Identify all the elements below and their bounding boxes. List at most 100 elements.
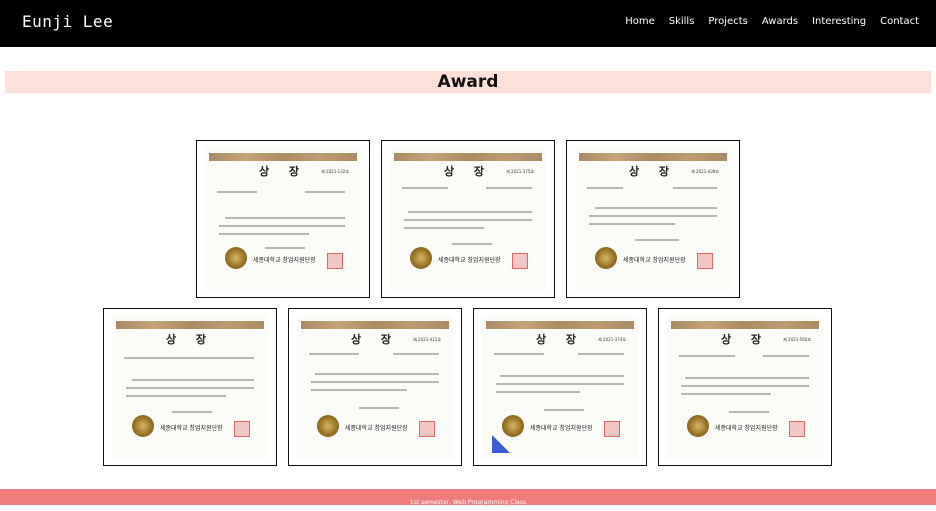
red-stamp-icon	[419, 421, 435, 437]
certificate-issuer: 세종대학교 창업지원단장	[345, 425, 408, 432]
gold-seal-icon	[595, 247, 617, 269]
text-line	[486, 187, 532, 189]
award-certificate-3[interactable]: 상 장 제 2021-439호 세종대학교 창업지원단장	[566, 140, 740, 298]
red-stamp-icon	[327, 253, 343, 269]
red-stamp-icon	[512, 253, 528, 269]
site-brand[interactable]: Eunji Lee	[22, 12, 113, 31]
certificate-issuer: 세종대학교 창업지원단장	[438, 257, 501, 264]
text-line	[402, 187, 448, 189]
text-line	[452, 243, 492, 245]
text-line	[685, 377, 809, 379]
text-line	[265, 247, 305, 249]
text-line	[311, 389, 407, 391]
gold-seal-icon	[225, 247, 247, 269]
certificate-band	[394, 153, 542, 161]
certificate-issuer: 세종대학교 창업지원단장	[623, 257, 686, 264]
certificate-number: 제 2021-132호	[321, 169, 349, 174]
text-line	[404, 227, 484, 229]
nav-skills-link[interactable]: Skills	[669, 16, 695, 27]
gold-seal-icon	[317, 415, 339, 437]
award-section-title: Award	[437, 72, 499, 92]
text-line	[172, 411, 212, 413]
award-section-header: Award	[5, 71, 931, 93]
text-line	[309, 353, 359, 355]
certificate-band	[671, 321, 819, 329]
text-line	[589, 215, 717, 217]
certificate-paper: 상 장 제 2021-560호 세종대학교 창업지원단장	[667, 315, 823, 459]
text-line	[359, 407, 399, 409]
text-line	[494, 353, 544, 355]
certificate-band	[579, 153, 727, 161]
award-certificate-4[interactable]: 상 장 세종대학교 창업지원단장	[103, 308, 277, 466]
blue-corner-mark	[492, 435, 510, 453]
red-stamp-icon	[789, 421, 805, 437]
text-line	[315, 373, 439, 375]
certificate-band	[486, 321, 634, 329]
award-certificate-2[interactable]: 상 장 제 2021-375호 세종대학교 창업지원단장	[381, 140, 555, 298]
certificate-paper: 상 장 세종대학교 창업지원단장	[112, 315, 268, 459]
certificate-issuer: 세종대학교 창업지원단장	[253, 257, 316, 264]
nav-home-link[interactable]: Home	[625, 16, 655, 27]
text-line	[217, 191, 257, 193]
text-line	[544, 409, 584, 411]
text-line	[729, 411, 769, 413]
text-line	[393, 353, 439, 355]
certificate-number: 제 2021-411호	[413, 337, 441, 342]
gold-seal-icon	[410, 247, 432, 269]
text-line	[496, 391, 580, 393]
text-line	[578, 353, 624, 355]
text-line	[635, 239, 679, 241]
red-stamp-icon	[234, 421, 250, 437]
text-line	[126, 387, 254, 389]
text-line	[587, 187, 623, 189]
gold-seal-icon	[132, 415, 154, 437]
certificate-title: 상 장	[165, 333, 215, 346]
certificate-paper: 상 장 제 2021-439호 세종대학교 창업지원단장	[575, 147, 731, 291]
award-certificate-7[interactable]: 상 장 제 2021-560호 세종대학교 창업지원단장	[658, 308, 832, 466]
text-line	[589, 223, 675, 225]
text-line	[681, 385, 809, 387]
gold-seal-icon	[687, 415, 709, 437]
nav-interesting-link[interactable]: Interesting	[812, 16, 866, 27]
certificate-number: 제 2021-374호	[598, 337, 626, 342]
text-line	[311, 381, 439, 383]
certificate-issuer: 세종대학교 창업지원단장	[160, 425, 223, 432]
award-certificate-6[interactable]: 상 장 제 2021-374호 세종대학교 창업지원단장	[473, 308, 647, 466]
text-line	[305, 191, 345, 193]
certificate-band	[209, 153, 357, 161]
text-line	[496, 383, 624, 385]
text-line	[219, 225, 345, 227]
certificate-paper: 상 장 제 2021-411호 세종대학교 창업지원단장	[297, 315, 453, 459]
text-line	[126, 395, 226, 397]
text-line	[219, 233, 309, 235]
text-line	[673, 187, 717, 189]
certificate-paper: 상 장 제 2021-374호 세종대학교 창업지원단장	[482, 315, 638, 459]
award-certificate-5[interactable]: 상 장 제 2021-411호 세종대학교 창업지원단장	[288, 308, 462, 466]
certificate-paper: 상 장 제 2021-132호 세종대학교 창업지원단장	[205, 147, 361, 291]
certificate-band	[301, 321, 449, 329]
text-line	[124, 357, 254, 359]
red-stamp-icon	[697, 253, 713, 269]
page-footer: 1st semester, Web Programming Class	[0, 489, 936, 506]
certificate-number: 제 2021-375호	[506, 169, 534, 174]
nav-contact-link[interactable]: Contact	[880, 16, 919, 27]
award-certificate-1[interactable]: 상 장 제 2021-132호 세종대학교 창업지원단장	[196, 140, 370, 298]
nav-awards-link[interactable]: Awards	[762, 16, 798, 27]
nav-projects-link[interactable]: Projects	[708, 16, 747, 27]
certificate-paper: 상 장 제 2021-375호 세종대학교 창업지원단장	[390, 147, 546, 291]
certificate-issuer: 세종대학교 창업지원단장	[715, 425, 778, 432]
text-line	[132, 379, 254, 381]
text-line	[595, 207, 717, 209]
main-nav: Home Skills Projects Awards Interesting …	[611, 16, 919, 27]
certificate-band	[116, 321, 264, 329]
gold-seal-icon	[502, 415, 524, 437]
red-stamp-icon	[604, 421, 620, 437]
text-line	[500, 375, 624, 377]
text-line	[679, 355, 735, 357]
text-line	[408, 211, 532, 213]
text-line	[763, 355, 809, 357]
certificate-issuer: 세종대학교 창업지원단장	[530, 425, 593, 432]
text-line	[225, 217, 345, 219]
certificate-number: 제 2021-439호	[691, 169, 719, 174]
certificate-number: 제 2021-560호	[783, 337, 811, 342]
